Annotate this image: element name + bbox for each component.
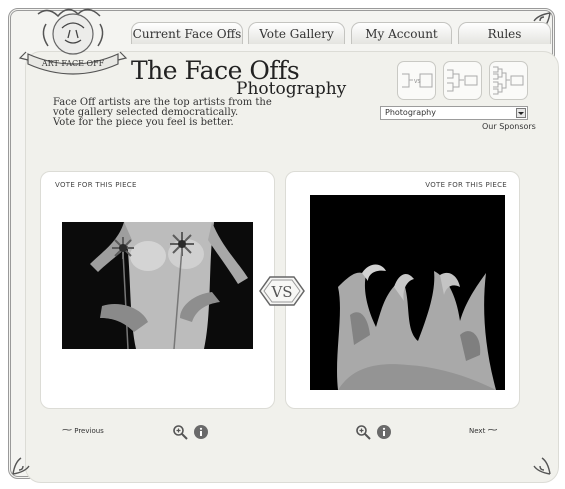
flourish-right-icon: ⁓ [487,425,498,436]
logo-text: ART FACE OFF [41,59,105,68]
chevron-down-icon[interactable] [516,108,526,118]
tab-vote-gallery[interactable]: Vote Gallery [248,22,345,44]
bracket-4-icon[interactable] [443,61,482,100]
flourish-left-icon: ⁓ [62,425,72,436]
next-button[interactable]: Next ⁓ [469,425,498,436]
category-select[interactable]: Photography [380,106,528,120]
bracket-8-icon[interactable] [489,61,528,100]
versus-badge: VS [258,274,306,308]
intro-text: Face Off artists are the top artists fro… [53,98,272,128]
sponsors-link[interactable]: Our Sponsors [482,122,536,131]
intro-line: Vote for the piece you feel is better. [53,117,234,128]
page-subtitle: Photography [236,79,347,99]
next-label: Next [469,427,486,435]
versus-label: VS [270,283,292,301]
previous-button[interactable]: ⁓ Previous [62,425,104,436]
info-icon[interactable] [376,424,392,440]
left-entry-image[interactable] [62,222,253,350]
right-entry-image[interactable] [310,195,505,390]
info-icon[interactable] [193,424,209,440]
zoom-in-icon[interactable] [172,424,188,440]
corner-ornament-icon [524,448,552,476]
vote-left-link[interactable]: VOTE FOR THIS PIECE [55,181,137,189]
corner-ornament-icon [11,448,39,476]
bracket-2-icon[interactable]: VS [397,61,436,100]
vote-right-link[interactable]: VOTE FOR THIS PIECE [425,181,507,189]
previous-label: Previous [74,427,104,435]
bracket-vs-label: VS [414,79,421,85]
site-logo[interactable]: ART FACE OFF [18,4,128,86]
category-select-value: Photography [385,108,436,117]
zoom-in-icon[interactable] [355,424,371,440]
tab-rules[interactable]: Rules [458,22,551,44]
tab-current-face-offs[interactable]: Current Face Offs [131,22,243,44]
tab-my-account[interactable]: My Account [351,22,452,44]
